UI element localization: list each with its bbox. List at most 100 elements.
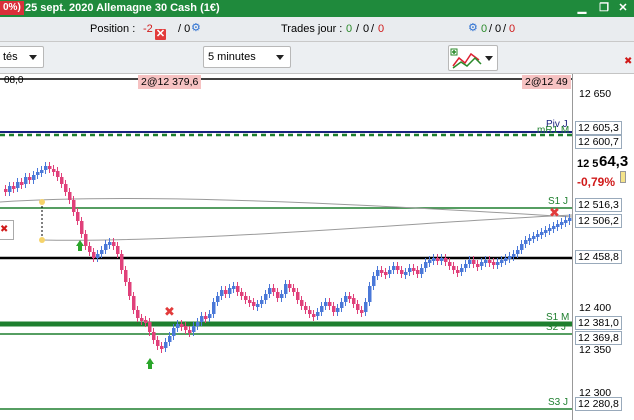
- candle-body: [196, 322, 200, 326]
- axis-tick-12400: 12 400: [579, 302, 612, 314]
- position-info-bar: Position : -2 ✕ / 0 ⚙ Trades jour : 0 / …: [0, 17, 634, 42]
- interval-dropdown[interactable]: 5 minutes: [203, 46, 291, 68]
- candle-body: [156, 340, 160, 346]
- candle-body: [56, 171, 60, 177]
- candle-body: [532, 236, 536, 239]
- candle-body: [444, 258, 448, 262]
- sell-marker-icon: ✖: [164, 305, 175, 320]
- candle-body: [392, 266, 396, 270]
- minimize-icon[interactable]: ▁: [574, 1, 590, 15]
- candle-body: [496, 262, 500, 265]
- candle-body: [544, 230, 548, 233]
- indicator-dropdown[interactable]: tés: [0, 46, 44, 68]
- axis-box-12600: 12 600,7: [575, 135, 622, 149]
- candle-body: [560, 222, 564, 225]
- last-price: 64,3: [599, 153, 629, 170]
- candle-body: [28, 177, 32, 180]
- candle-body: [324, 302, 328, 306]
- candle-body: [448, 262, 452, 266]
- candle-body: [208, 314, 212, 318]
- candle-body: [4, 189, 8, 192]
- candle-body: [340, 302, 344, 308]
- candle-body: [48, 166, 52, 169]
- candle-body: [92, 252, 96, 258]
- candle-body: [84, 234, 88, 246]
- candle-body: [368, 286, 372, 302]
- candle-body: [476, 264, 480, 267]
- gear-icon[interactable]: ⚙: [191, 21, 201, 34]
- right-sep1: /: [489, 23, 493, 35]
- candle-body: [104, 244, 108, 250]
- interval-dropdown-value: 5 minutes: [208, 51, 256, 63]
- candle-body: [228, 288, 232, 294]
- order-label-1[interactable]: 2@12 379,6: [138, 75, 202, 89]
- trades-green: 0: [346, 23, 353, 35]
- chart-toolbar: tés 5 minutes ✖: [0, 42, 634, 74]
- sell-marker-icon: ✖: [549, 206, 560, 221]
- candle-body: [452, 266, 456, 270]
- candle-body: [376, 270, 380, 276]
- candle-body: [328, 302, 332, 306]
- candle-body: [360, 310, 364, 313]
- candle-body: [176, 324, 180, 328]
- close-chart-icon[interactable]: ✖: [624, 56, 632, 67]
- candle-body: [524, 240, 528, 244]
- candle-body: [356, 304, 360, 310]
- candle-body: [204, 316, 208, 319]
- price-axis[interactable]: 12 650 12 605,3 12 600,7 12 5 64,3 -0,79…: [572, 74, 634, 420]
- order-label-2[interactable]: 2@12 49: [522, 75, 571, 89]
- candle-body: [240, 292, 244, 296]
- order-cancel-box[interactable]: ✖: [0, 220, 14, 240]
- candle-body: [432, 258, 436, 261]
- candle-body: [144, 320, 148, 323]
- candle-body: [336, 308, 340, 312]
- price-marker: [620, 171, 626, 183]
- axis-box-12516: 12 516,3: [575, 198, 622, 212]
- candle-body: [436, 258, 440, 261]
- buy-arrow-icon: [146, 358, 154, 369]
- candle-body: [64, 184, 68, 192]
- candle-body: [564, 220, 568, 223]
- candle-body: [168, 336, 172, 342]
- candle-body: [136, 310, 140, 318]
- candle-body: [44, 166, 48, 170]
- candle-body: [492, 262, 496, 265]
- axis-box-12369: 12 369,8: [575, 331, 622, 345]
- candle-body: [484, 260, 488, 263]
- axis-box-12381: 12 381,0: [575, 316, 622, 330]
- candle-body: [148, 322, 152, 332]
- candle-body: [112, 242, 116, 246]
- candle-body: [396, 266, 400, 270]
- position-label: Position :: [90, 23, 136, 35]
- candle-body: [96, 254, 100, 258]
- candle-body: [296, 292, 300, 300]
- candle-body: [460, 268, 464, 272]
- candle-body: [20, 182, 24, 185]
- candle-body: [60, 177, 64, 184]
- close-icon[interactable]: ✕: [615, 1, 631, 15]
- candle-body: [344, 296, 348, 302]
- candle-body: [256, 304, 260, 307]
- window-title: 25 sept. 2020 Allemagne 30 Cash (1€): [25, 2, 220, 14]
- axis-box-12605: 12 605,3: [575, 121, 622, 135]
- candle-body: [188, 330, 192, 333]
- order-dot-1: [39, 199, 45, 205]
- add-indicator-button[interactable]: [448, 45, 498, 71]
- moving-average-2: [41, 214, 573, 241]
- candle-body: [232, 286, 236, 289]
- gear-icon-2[interactable]: ⚙: [468, 21, 478, 34]
- candle-body: [72, 200, 76, 212]
- candle-body: [152, 332, 156, 340]
- cancel-order-icon[interactable]: ✖: [0, 224, 8, 235]
- restore-icon[interactable]: ❐: [596, 1, 612, 15]
- candle-body: [456, 270, 460, 273]
- candle-body: [260, 300, 264, 304]
- price-chart[interactable]: ✖ ✖ 08,0 2@12 379,6 2@12 49 ✖ Piv J mR1 M…: [0, 74, 634, 420]
- candle-body: [132, 296, 136, 310]
- candle-body: [284, 284, 288, 294]
- candle-body: [76, 212, 80, 221]
- candle-body: [128, 282, 132, 296]
- trades-label: Trades jour :: [281, 23, 343, 35]
- axis-box-12506: 12 506,2: [575, 214, 622, 228]
- buy-arrow-icon: [76, 240, 84, 251]
